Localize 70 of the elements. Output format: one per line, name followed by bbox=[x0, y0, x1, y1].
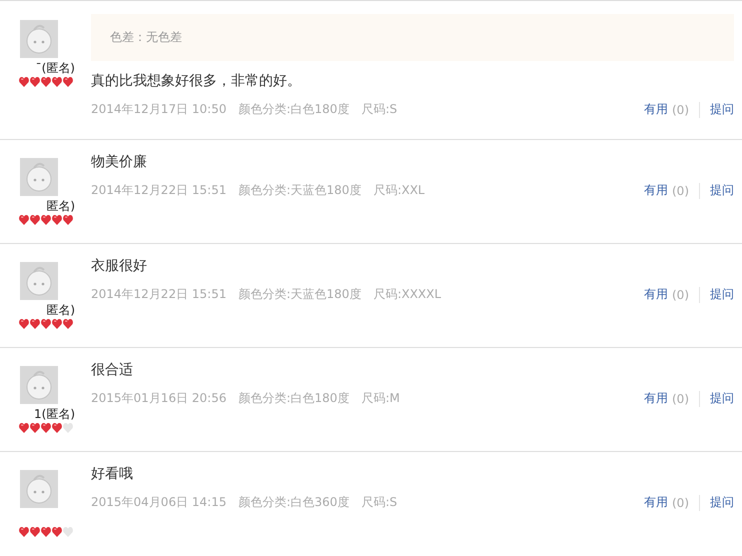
heart-icon bbox=[30, 527, 40, 537]
review-date: 2015年04月06日 14:15 bbox=[91, 494, 226, 511]
heart-icon bbox=[30, 77, 40, 87]
ask-link[interactable]: 提问 bbox=[710, 494, 734, 511]
heart-icon bbox=[19, 527, 29, 537]
heart-icon bbox=[30, 423, 40, 433]
review-date: 2014年12月22日 15:51 bbox=[91, 286, 226, 303]
heart-icon bbox=[19, 319, 29, 329]
review-text: 好看哦 bbox=[91, 465, 134, 484]
useful-link[interactable]: 有用 bbox=[644, 494, 668, 511]
user-name: 匿名) bbox=[46, 198, 75, 213]
heart-icon bbox=[63, 215, 73, 225]
append-text: 色差：无色差 bbox=[110, 29, 182, 46]
useful-count: (0) bbox=[672, 496, 689, 510]
avatar-icon bbox=[20, 262, 58, 300]
user-name: 1(匿名) bbox=[34, 406, 75, 421]
color-option: 颜色分类:白色180度 bbox=[238, 101, 350, 118]
useful-count: (0) bbox=[672, 392, 689, 406]
avatar-icon bbox=[20, 20, 58, 58]
avatar-icon bbox=[20, 158, 58, 196]
heart-icon bbox=[52, 319, 62, 329]
useful-link[interactable]: 有用 bbox=[644, 182, 668, 199]
heart-icon bbox=[41, 319, 51, 329]
heart-icon bbox=[19, 77, 29, 87]
review-text: 衣服很好 bbox=[91, 257, 148, 276]
heart-icon bbox=[63, 319, 73, 329]
review-text: 物美价廉 bbox=[91, 153, 148, 172]
heart-icon bbox=[19, 423, 29, 433]
heart-icon bbox=[52, 527, 62, 537]
heart-icon bbox=[41, 215, 51, 225]
size-option: 尺码:M bbox=[361, 390, 400, 407]
heart-icon bbox=[52, 77, 62, 87]
useful-count: (0) bbox=[672, 184, 689, 198]
color-option: 颜色分类:白色360度 bbox=[238, 494, 350, 511]
color-option: 颜色分类:天蓝色180度 bbox=[238, 182, 362, 199]
heart-icon bbox=[63, 527, 73, 537]
heart-icon bbox=[30, 215, 40, 225]
useful-count: (0) bbox=[672, 102, 689, 116]
useful-link[interactable]: 有用 bbox=[644, 286, 668, 303]
ask-link[interactable]: 提问 bbox=[710, 286, 734, 303]
color-option: 颜色分类:白色180度 bbox=[238, 390, 350, 407]
review-date: 2014年12月17日 10:50 bbox=[91, 101, 226, 118]
heart-icon bbox=[41, 527, 51, 537]
useful-count: (0) bbox=[672, 288, 689, 302]
heart-icon bbox=[19, 215, 29, 225]
ask-link[interactable]: 提问 bbox=[710, 390, 734, 407]
user-name: ˉ(匿名) bbox=[36, 60, 75, 75]
size-option: 尺码:XXXXL bbox=[373, 286, 442, 303]
review-text: 真的比我想象好很多，非常的好。 bbox=[91, 72, 302, 91]
review-date: 2015年01月16日 20:56 bbox=[91, 390, 226, 407]
useful-link[interactable]: 有用 bbox=[644, 390, 668, 407]
size-option: 尺码:S bbox=[361, 494, 398, 511]
heart-icon bbox=[52, 423, 62, 433]
avatar-icon bbox=[20, 470, 58, 508]
heart-icon bbox=[63, 423, 73, 433]
heart-icon bbox=[52, 215, 62, 225]
size-option: 尺码:S bbox=[361, 101, 398, 118]
size-option: 尺码:XXL bbox=[373, 182, 425, 199]
useful-link[interactable]: 有用 bbox=[644, 101, 668, 118]
ask-link[interactable]: 提问 bbox=[710, 182, 734, 199]
ask-link[interactable]: 提问 bbox=[710, 101, 734, 118]
heart-icon bbox=[41, 77, 51, 87]
heart-icon bbox=[63, 77, 73, 87]
user-name: 匿名) bbox=[46, 302, 75, 317]
color-option: 颜色分类:天蓝色180度 bbox=[238, 286, 362, 303]
review-text: 很合适 bbox=[91, 361, 134, 380]
review-date: 2014年12月22日 15:51 bbox=[91, 182, 226, 199]
avatar-icon bbox=[20, 366, 58, 404]
heart-icon bbox=[30, 319, 40, 329]
heart-icon bbox=[41, 423, 51, 433]
